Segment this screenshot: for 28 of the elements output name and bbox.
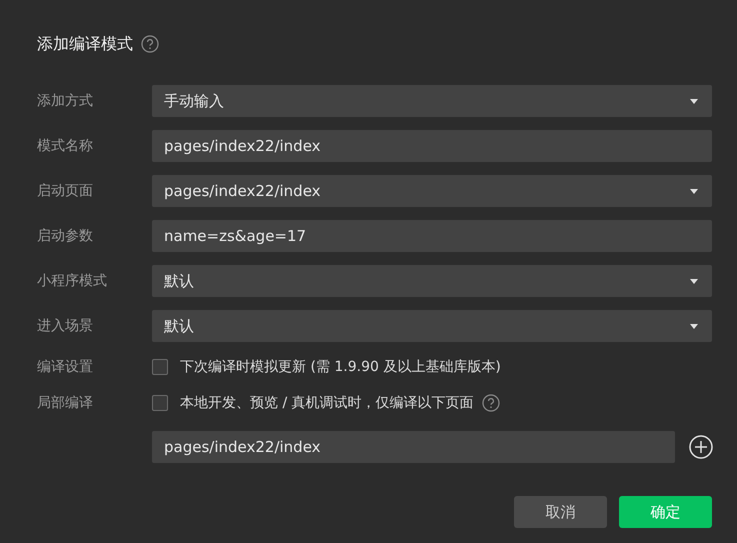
cancel-button[interactable]: 取消	[514, 496, 607, 528]
select-field[interactable]: 默认	[152, 265, 712, 297]
checkbox[interactable]	[152, 395, 168, 411]
caret-icon	[690, 188, 698, 194]
select-field[interactable]: pages/index22/index	[152, 175, 712, 207]
help-icon[interactable]	[141, 35, 159, 53]
select-field[interactable]: 手动输入	[152, 85, 712, 117]
field-label: 添加方式	[37, 92, 94, 110]
checkbox-label: 本地开发、预览 / 真机调试时，仅编译以下页面	[180, 394, 474, 412]
caret-icon	[690, 278, 698, 284]
input-field[interactable]: pages/index22/index	[152, 130, 712, 162]
field-label: 局部编译	[37, 394, 94, 412]
field-label: 启动页面	[37, 182, 94, 200]
page-path-field[interactable]: pages/index22/index	[152, 431, 675, 463]
help-icon[interactable]	[482, 394, 500, 412]
add-icon[interactable]	[689, 435, 713, 459]
field-label: 小程序模式	[37, 272, 108, 290]
field-label: 进入场景	[37, 317, 94, 335]
checkbox[interactable]	[152, 359, 168, 375]
field-label: 模式名称	[37, 137, 94, 155]
caret-icon	[690, 324, 698, 328]
field-label: 启动参数	[37, 227, 94, 245]
input-field[interactable]: name=zs&age=17	[152, 220, 712, 252]
field-label: 编译设置	[37, 358, 94, 376]
dialog-title: 添加编译模式	[37, 34, 133, 54]
select-field[interactable]: 默认	[152, 310, 712, 342]
caret-icon	[690, 98, 698, 104]
checkbox-label: 下次编译时模拟更新 (需 1.9.90 及以上基础库版本)	[180, 358, 501, 376]
